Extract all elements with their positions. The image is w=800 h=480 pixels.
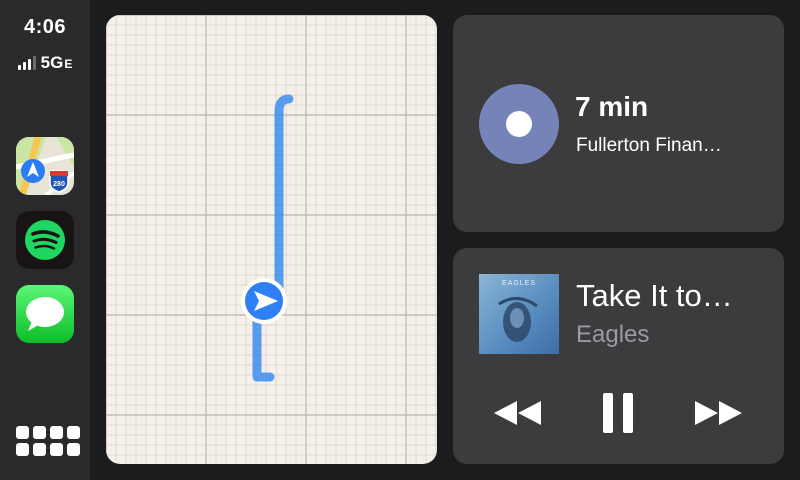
artist-name: Eagles xyxy=(576,321,650,348)
navigation-card[interactable]: 7 min Fullerton Finan… xyxy=(453,15,784,232)
rewind-button[interactable] xyxy=(489,393,545,433)
fast-forward-icon xyxy=(695,401,742,425)
app-grid-icon[interactable] xyxy=(16,426,80,458)
destination-icon xyxy=(479,84,559,164)
sidebar: 4:06 5GE 280 xyxy=(0,0,90,480)
destination-name: Fullerton Finan… xyxy=(576,135,722,156)
pause-icon xyxy=(603,393,633,433)
now-playing-card[interactable]: EAGLES Take It to… Eagles xyxy=(453,248,784,464)
album-art: EAGLES xyxy=(479,274,559,354)
rewind-icon xyxy=(494,401,541,425)
maps-app-icon[interactable]: 280 xyxy=(16,137,74,195)
status-bar: 5GE xyxy=(0,52,90,74)
svg-text:280: 280 xyxy=(53,181,65,188)
pause-button[interactable] xyxy=(590,393,646,433)
signal-strength-icon xyxy=(17,56,36,70)
messages-app-icon[interactable] xyxy=(16,285,74,343)
fast-forward-button[interactable] xyxy=(691,393,747,433)
network-label: 5GE xyxy=(40,53,73,72)
location-arrow-icon xyxy=(241,278,287,324)
song-title: Take It to… xyxy=(576,278,733,313)
map-view[interactable] xyxy=(106,15,437,464)
eta-label: 7 min xyxy=(575,91,649,122)
status-time: 4:06 xyxy=(23,16,67,38)
spotify-app-icon[interactable] xyxy=(16,211,74,269)
